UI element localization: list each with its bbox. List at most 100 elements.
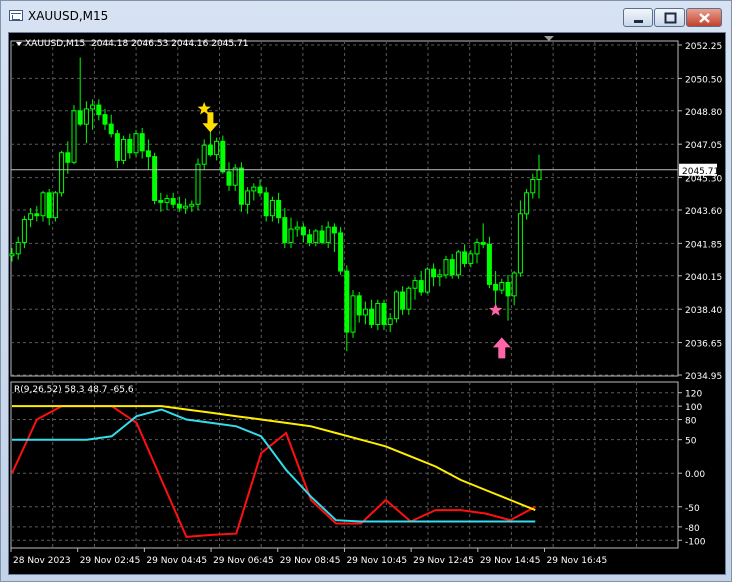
candle[interactable]	[393, 290, 399, 323]
candle[interactable]	[232, 164, 238, 191]
candle[interactable]	[83, 101, 89, 144]
candle[interactable]	[170, 192, 176, 209]
candle[interactable]	[511, 271, 517, 306]
candle[interactable]	[462, 244, 468, 268]
signal-star-marker	[488, 303, 503, 316]
close-button[interactable]	[686, 8, 722, 27]
candle[interactable]	[158, 192, 164, 212]
candle[interactable]	[524, 189, 530, 220]
candle-body	[393, 291, 399, 320]
candle[interactable]	[121, 135, 127, 165]
candle[interactable]	[214, 137, 220, 161]
candle-body	[493, 283, 499, 291]
chart-window: XAUUSD,M15 2052.25 2050.50 2048.80 2047.05 2…	[0, 0, 732, 582]
candle[interactable]	[455, 250, 461, 279]
candle[interactable]	[344, 265, 350, 352]
candle[interactable]	[269, 196, 275, 222]
candle[interactable]	[300, 223, 306, 243]
candle[interactable]	[220, 135, 226, 174]
candle[interactable]	[15, 236, 21, 260]
candle[interactable]	[114, 129, 120, 169]
candle[interactable]	[431, 263, 437, 287]
candle-body	[121, 138, 127, 161]
candle[interactable]	[34, 206, 40, 222]
indicator-line-0	[11, 405, 536, 538]
candle[interactable]	[71, 105, 77, 165]
candle[interactable]	[375, 299, 381, 331]
candle[interactable]	[536, 154, 542, 199]
candle[interactable]	[424, 267, 430, 294]
chart-canvas[interactable]: 2052.252050.502048.802047.052045.302043.…	[9, 33, 725, 574]
candle[interactable]	[443, 255, 449, 279]
candle[interactable]	[418, 271, 424, 296]
candle[interactable]	[505, 274, 511, 321]
candle[interactable]	[65, 141, 71, 174]
candle[interactable]	[499, 278, 505, 294]
candle[interactable]	[183, 198, 189, 214]
candle[interactable]	[517, 200, 523, 277]
candle[interactable]	[480, 223, 486, 249]
candle[interactable]	[257, 179, 263, 197]
candle[interactable]	[102, 108, 108, 130]
indicator-title: R(9,26,52) 58.3 48.7 -65.6	[14, 385, 134, 395]
candle[interactable]	[52, 190, 58, 222]
candle[interactable]	[40, 190, 46, 222]
maximize-button[interactable]	[654, 8, 685, 27]
candle-body	[418, 280, 424, 293]
candle[interactable]	[406, 286, 412, 315]
title-bar[interactable]: XAUUSD,M15	[1, 1, 731, 31]
indicator-line-2	[12, 405, 536, 512]
candle[interactable]	[319, 225, 325, 245]
candle[interactable]	[362, 301, 368, 325]
chart-shift-marker	[544, 36, 554, 41]
candle[interactable]	[195, 158, 201, 210]
candle[interactable]	[164, 194, 170, 210]
candle[interactable]	[437, 269, 443, 287]
chart-area[interactable]: 2052.25 2050.50 2048.80 2047.05 2045.30 2043.…	[8, 32, 726, 575]
x-axis-label: 29 Nov 02:45	[80, 556, 141, 566]
candle[interactable]	[331, 223, 337, 252]
candle-body	[300, 226, 306, 236]
close-icon	[699, 13, 710, 23]
candle[interactable]	[486, 236, 492, 289]
candle[interactable]	[369, 299, 375, 329]
candle[interactable]	[282, 208, 288, 249]
candle[interactable]	[325, 221, 331, 249]
candle[interactable]	[28, 208, 34, 228]
candle[interactable]	[77, 57, 83, 127]
candle[interactable]	[96, 99, 102, 121]
candle[interactable]	[412, 276, 418, 300]
indicator-y-axis-label: -100	[685, 537, 706, 547]
candle[interactable]	[152, 152, 158, 205]
candle-body	[449, 259, 455, 276]
candle[interactable]	[276, 192, 282, 224]
candle[interactable]	[59, 150, 65, 197]
candle-body	[455, 251, 461, 276]
candle[interactable]	[263, 187, 269, 222]
candle[interactable]	[381, 299, 387, 331]
candle[interactable]	[226, 162, 232, 191]
x-axis-label: 28 Nov 2023	[13, 556, 71, 566]
candle[interactable]	[400, 286, 406, 315]
candle[interactable]	[338, 227, 344, 275]
candle[interactable]	[387, 313, 393, 333]
candle[interactable]	[449, 253, 455, 279]
candle[interactable]	[127, 133, 133, 159]
candle[interactable]	[108, 114, 114, 138]
y-axis-label: 2050.50	[685, 75, 722, 85]
candle[interactable]	[294, 221, 300, 237]
y-axis-label: 2038.40	[685, 306, 722, 316]
candle[interactable]	[474, 238, 480, 264]
candle[interactable]	[356, 292, 362, 323]
candle[interactable]	[350, 290, 356, 338]
triangle-down-icon[interactable]	[16, 42, 22, 46]
candle[interactable]	[139, 127, 145, 159]
x-axis-label: 29 Nov 06:45	[213, 556, 274, 566]
candle[interactable]	[46, 189, 52, 226]
candle[interactable]	[251, 183, 257, 201]
candle-body	[251, 186, 257, 192]
minimize-button[interactable]	[623, 8, 653, 27]
candle[interactable]	[133, 129, 139, 157]
candle-body	[46, 192, 52, 219]
candle-body	[381, 302, 387, 325]
